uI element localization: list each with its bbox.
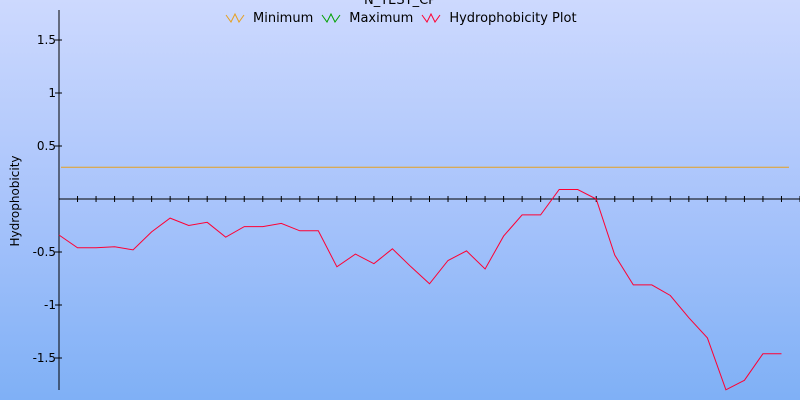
series-hydrophobicity-line <box>58 189 782 391</box>
y-tick-label: -0.5 <box>33 245 56 259</box>
y-tick-label: 1 <box>48 86 56 100</box>
y-tick-label: 1.5 <box>37 33 56 47</box>
y-tick-label: 0.5 <box>37 139 56 153</box>
y-tick-label: -1.5 <box>33 351 56 365</box>
plot-area: 1.5 1 0.5 -0.5 -1 -1.5 <box>33 10 800 391</box>
y-tick-label: -1 <box>44 298 56 312</box>
